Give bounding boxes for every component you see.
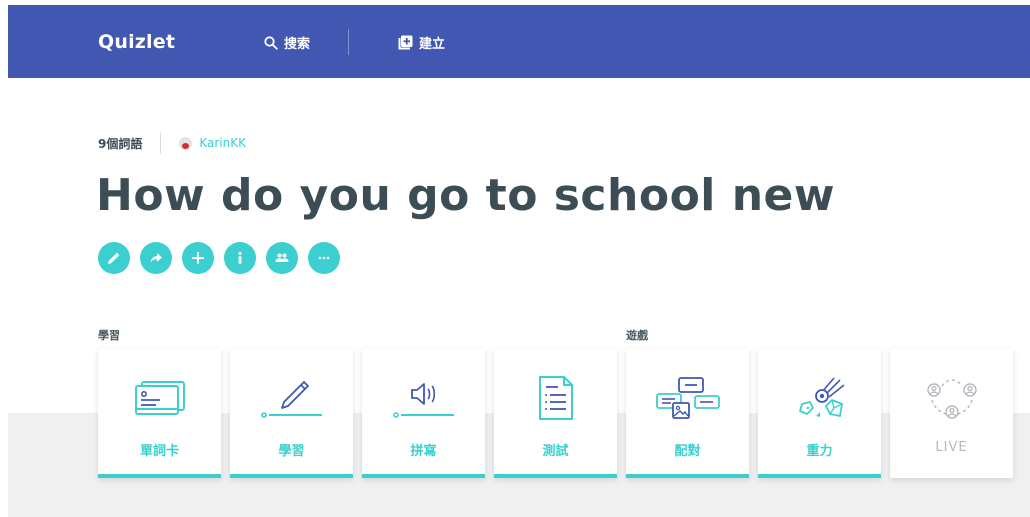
study-section-label: 學習 <box>98 329 120 342</box>
mode-label-learn: 學習 <box>278 444 305 459</box>
mode-label-spell: 拼寫 <box>410 444 437 459</box>
mode-label-live: LIVE <box>935 440 968 455</box>
search-button[interactable]: 搜索 <box>264 33 310 52</box>
edit-button[interactable] <box>98 242 130 274</box>
info-icon <box>238 251 242 264</box>
mode-card-learn[interactable]: 學習 <box>230 349 353 478</box>
mode-card-flashcards[interactable]: 單詞卡 <box>98 349 221 478</box>
create-label: 建立 <box>419 37 446 52</box>
info-button[interactable] <box>224 242 256 274</box>
top-nav-bar: Quizlet 搜索 建立 <box>8 5 1030 78</box>
people-icon <box>275 253 289 262</box>
set-meta: 9個詞語 KarinKK <box>98 132 246 154</box>
flashcards-icon <box>134 381 185 415</box>
mode-label-test: 測試 <box>542 444 569 459</box>
mode-card-test[interactable]: 測試 <box>494 349 617 478</box>
term-count: 9個詞語 <box>98 136 143 151</box>
mode-label-match: 配對 <box>674 444 701 459</box>
class-button[interactable] <box>266 242 298 274</box>
meta-divider <box>160 132 162 154</box>
mode-card-live[interactable]: LIVE <box>890 349 1013 478</box>
pencil-icon <box>108 252 120 264</box>
set-title: How do you go to school new <box>96 170 836 221</box>
mode-card-match[interactable]: 配對 <box>626 349 749 478</box>
quizlet-logo[interactable]: Quizlet <box>98 31 175 53</box>
test-icon <box>538 376 573 420</box>
add-button[interactable] <box>182 242 214 274</box>
share-icon <box>150 253 162 263</box>
plus-icon <box>192 252 204 264</box>
more-icon <box>318 256 330 260</box>
spell-icon <box>392 383 454 418</box>
mode-label-gravity: 重力 <box>806 444 833 459</box>
live-icon <box>926 379 977 419</box>
share-button[interactable] <box>140 242 172 274</box>
mode-card-gravity[interactable]: 重力 <box>758 349 881 478</box>
author-link[interactable]: KarinKK <box>199 136 246 150</box>
set-actions <box>98 242 350 274</box>
nav-divider <box>348 29 349 55</box>
learn-icon <box>260 381 322 418</box>
mode-card-spell[interactable]: 拼寫 <box>362 349 485 478</box>
search-icon <box>264 35 278 50</box>
author-avatar[interactable] <box>179 136 193 150</box>
more-button[interactable] <box>308 242 340 274</box>
search-label: 搜索 <box>284 37 311 52</box>
mode-label-flashcards: 單詞卡 <box>139 444 179 459</box>
games-section-label: 遊戲 <box>626 329 648 342</box>
create-button[interactable]: 建立 <box>398 33 445 52</box>
create-plus-icon <box>398 35 413 50</box>
match-icon <box>655 377 720 419</box>
gravity-icon <box>798 377 844 417</box>
